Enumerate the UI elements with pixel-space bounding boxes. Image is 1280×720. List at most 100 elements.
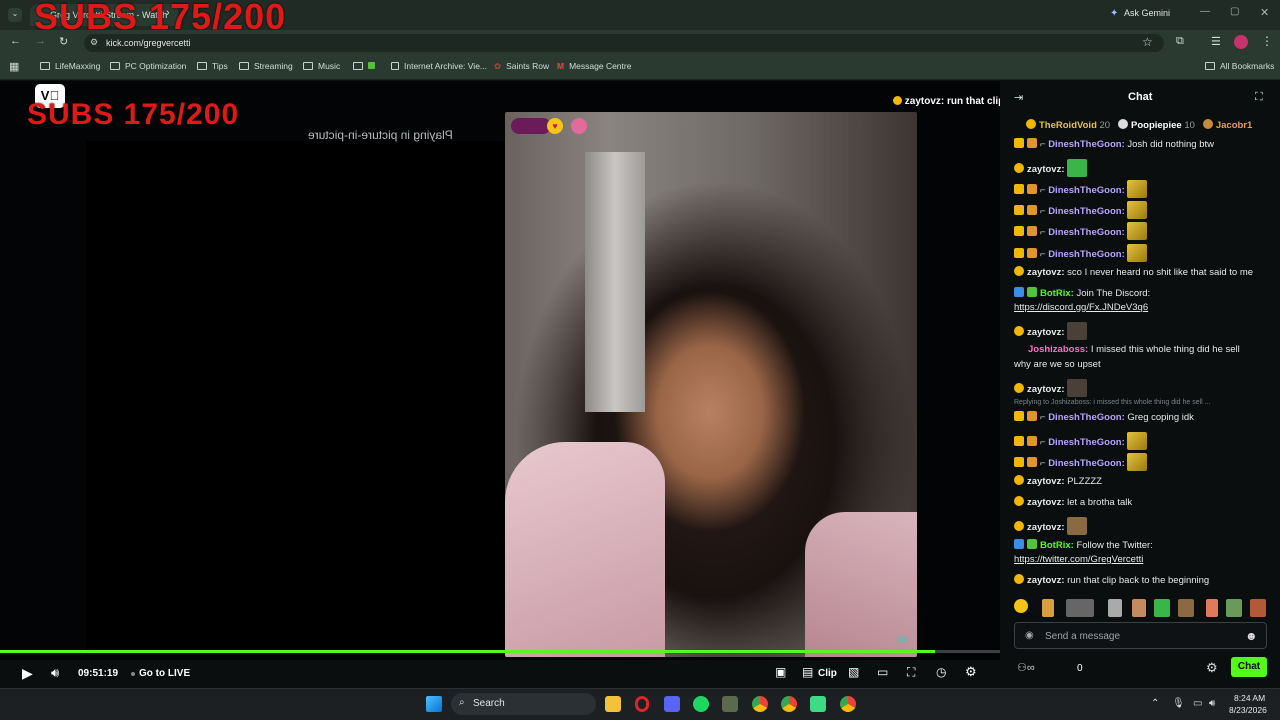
- chat-username[interactable]: zaytovz: [1027, 575, 1061, 586]
- miniplayer-icon[interactable]: ▭: [877, 665, 888, 679]
- chat-username[interactable]: BotRix: [1040, 540, 1071, 551]
- chat-emote[interactable]: [1067, 379, 1088, 397]
- chat-username[interactable]: DineshTheGoon: [1048, 185, 1121, 196]
- emote-3[interactable]: [1066, 599, 1094, 617]
- game-icon[interactable]: [722, 696, 738, 712]
- volume-icon[interactable]: 🔊︎: [51, 665, 59, 681]
- chat-username[interactable]: zaytovz: [1027, 476, 1061, 487]
- clip-icon[interactable]: ▤: [802, 665, 813, 679]
- chat-username[interactable]: zaytovz: [1027, 384, 1061, 395]
- chat-username[interactable]: BotRix: [1040, 288, 1071, 299]
- ask-gemini-button[interactable]: Ask Gemini: [1124, 8, 1170, 18]
- back-icon[interactable]: ←: [10, 35, 21, 47]
- go-to-live-button[interactable]: Go to LIVE: [139, 668, 190, 679]
- clip-button[interactable]: Clip: [818, 668, 837, 679]
- collapse-chat-icon[interactable]: ⇥: [1014, 91, 1023, 104]
- chat-link[interactable]: https://twitter.com/GregVercetti: [1014, 554, 1143, 565]
- chat-username[interactable]: DineshTheGoon: [1048, 437, 1121, 448]
- chat-username[interactable]: DineshTheGoon: [1048, 139, 1121, 150]
- emote-7[interactable]: [1178, 599, 1194, 617]
- chat-username[interactable]: DineshTheGoon: [1048, 412, 1121, 423]
- emote-5[interactable]: [1132, 599, 1146, 617]
- taskbar-search[interactable]: ⌕ Search: [451, 693, 596, 715]
- chat-emote[interactable]: [1127, 244, 1148, 262]
- apps-icon[interactable]: ▦: [9, 60, 19, 73]
- profile-avatar[interactable]: [1234, 35, 1248, 49]
- close-icon[interactable]: ✕: [1260, 6, 1269, 19]
- tab-search-icon[interactable]: ⌄: [8, 8, 22, 22]
- reload-icon[interactable]: ↻: [59, 35, 68, 48]
- chat-emote[interactable]: [1127, 180, 1148, 198]
- chat-users-icon[interactable]: ⛶: [1255, 91, 1263, 104]
- discord-icon[interactable]: [664, 696, 680, 712]
- bookmark-folder-unnamed[interactable]: [353, 61, 375, 71]
- emote-9[interactable]: [1226, 599, 1242, 617]
- theater-icon[interactable]: ▣: [775, 665, 786, 679]
- settings-icon[interactable]: ⚙: [965, 664, 977, 680]
- extensions-icon[interactable]: ⧉: [1176, 35, 1184, 48]
- chat-username[interactable]: zaytovz: [1027, 497, 1061, 508]
- points-icon[interactable]: ⚇∞: [1017, 661, 1035, 674]
- speed-icon[interactable]: ◷: [936, 665, 946, 679]
- chrome-icon[interactable]: [752, 696, 768, 712]
- chat-send-button[interactable]: Chat: [1231, 657, 1267, 677]
- emoji-icon[interactable]: ☻: [1245, 629, 1258, 643]
- chat-emote[interactable]: [1067, 159, 1088, 177]
- chat-emote[interactable]: [1127, 453, 1148, 471]
- bookmark-message-centre[interactable]: M Message Centre: [557, 61, 631, 71]
- chat-username[interactable]: DineshTheGoon: [1048, 249, 1121, 260]
- menu-icon[interactable]: ⋮: [1261, 34, 1273, 48]
- bookmark-saints-row[interactable]: ✿ Saints Row: [494, 61, 549, 72]
- chat-emote[interactable]: [1127, 432, 1148, 450]
- chat-username[interactable]: zaytovz: [1027, 164, 1061, 175]
- emote-2[interactable]: [1042, 599, 1054, 617]
- all-bookmarks[interactable]: All Bookmarks: [1205, 61, 1274, 71]
- emote-6[interactable]: [1154, 599, 1170, 617]
- progress-track[interactable]: [0, 650, 1000, 653]
- clock-date[interactable]: 8/23/2026: [1229, 705, 1267, 715]
- chat-emote[interactable]: [1067, 517, 1088, 535]
- chat-settings-icon[interactable]: ⚙: [1206, 660, 1218, 676]
- chrome-profile-icon[interactable]: [781, 696, 797, 712]
- chat-emote[interactable]: [1067, 322, 1088, 340]
- bookmark-lifemaxxing[interactable]: LifeMaxxing: [40, 61, 100, 71]
- chat-emote[interactable]: [1127, 201, 1148, 219]
- play-icon[interactable]: ▶: [22, 665, 33, 682]
- chat-input[interactable]: ◉ Send a message ☻: [1014, 622, 1267, 649]
- quality-icon[interactable]: ▧: [848, 665, 859, 679]
- mic-icon[interactable]: 🎙︎: [1172, 698, 1185, 709]
- emote-10[interactable]: [1250, 599, 1266, 617]
- chat-username[interactable]: zaytovz: [1027, 522, 1061, 533]
- bookmark-pc-optimization[interactable]: PC Optimization: [110, 61, 186, 71]
- chat-link[interactable]: https://discord.gg/Fx.JNDeV3q6: [1014, 302, 1148, 313]
- maximize-icon[interactable]: ▢: [1230, 6, 1239, 17]
- bookmark-tips[interactable]: Tips: [197, 61, 228, 71]
- bookmark-music[interactable]: Music: [303, 61, 340, 71]
- chat-username[interactable]: DineshTheGoon: [1048, 227, 1121, 238]
- file-explorer-icon[interactable]: [605, 696, 621, 712]
- network-icon[interactable]: ▭: [1193, 698, 1202, 709]
- tray-chevron-icon[interactable]: ⌃: [1151, 698, 1159, 709]
- clock-time[interactable]: 8:24 AM: [1234, 693, 1265, 703]
- bookmark-internet-archive[interactable]: Internet Archive: Vie...: [391, 61, 487, 71]
- forward-icon[interactable]: →: [35, 35, 46, 47]
- opera-icon[interactable]: [635, 696, 649, 712]
- app-green-icon[interactable]: [810, 696, 826, 712]
- bookmark-streaming[interactable]: Streaming: [239, 61, 293, 71]
- start-icon[interactable]: [426, 696, 442, 712]
- volume-tray-icon[interactable]: 🔊︎: [1209, 698, 1215, 709]
- minimize-icon[interactable]: —: [1200, 6, 1210, 17]
- chat-username[interactable]: zaytovz: [1027, 267, 1061, 278]
- chrome-alt-icon[interactable]: [840, 696, 856, 712]
- chat-username[interactable]: zaytovz: [1027, 327, 1061, 338]
- emote-4[interactable]: [1108, 599, 1122, 617]
- chat-username[interactable]: DineshTheGoon: [1048, 206, 1121, 217]
- emote-8[interactable]: [1206, 599, 1218, 617]
- chat-username[interactable]: Joshizaboss: [1028, 344, 1085, 355]
- emote-1[interactable]: [1014, 599, 1028, 613]
- media-icon[interactable]: ☰: [1211, 35, 1221, 48]
- chat-username[interactable]: DineshTheGoon: [1048, 458, 1121, 469]
- url-field[interactable]: kick.com/gregvercetti: [84, 34, 1164, 52]
- bookmark-star-icon[interactable]: ☆: [1142, 35, 1153, 49]
- spotify-icon[interactable]: [693, 696, 709, 712]
